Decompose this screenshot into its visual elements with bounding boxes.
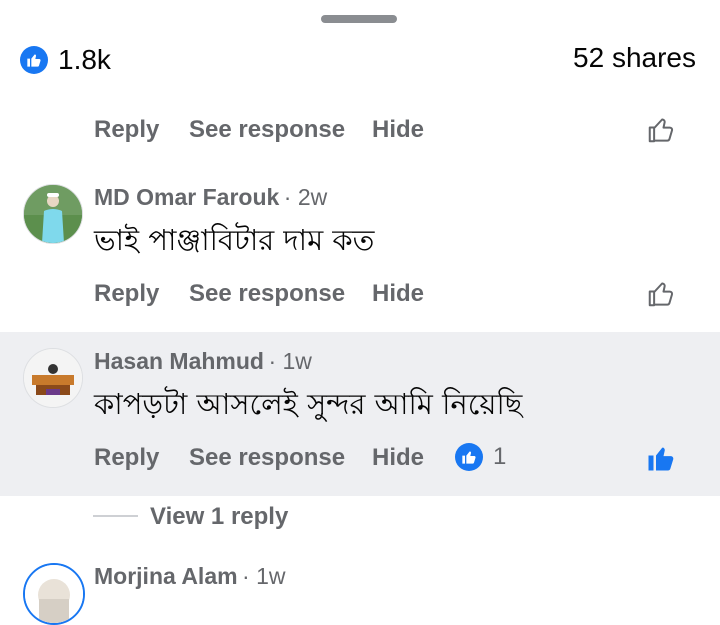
reactions-summary[interactable]: 1.8k: [20, 44, 111, 76]
view-replies-link[interactable]: View 1 reply: [150, 503, 288, 531]
comment-header: MD Omar Farouk · 2w: [94, 184, 327, 211]
avatar[interactable]: [23, 184, 83, 244]
commenter-name[interactable]: Morjina Alam: [94, 563, 238, 589]
like-reaction-icon: [20, 46, 48, 74]
like-outline-icon[interactable]: [646, 115, 676, 145]
comment-text: ভাই পাঞ্জাবিটার দাম কত: [94, 223, 375, 257]
comment-header: Hasan Mahmud · 1w: [94, 348, 312, 375]
hide-button[interactable]: Hide: [372, 116, 424, 144]
see-response-button[interactable]: See response: [189, 280, 345, 308]
shares-count[interactable]: 52 shares: [573, 42, 696, 74]
reaction-count: 1: [493, 443, 507, 470]
avatar[interactable]: [23, 563, 85, 625]
hide-button[interactable]: Hide: [372, 444, 424, 472]
comment-actions-row: Reply See response Hide: [94, 280, 694, 310]
reply-button[interactable]: Reply: [94, 116, 159, 144]
comment-actions-row: Reply See response Hide: [94, 116, 694, 146]
comment-actions-row: Reply See response Hide: [94, 444, 694, 474]
reply-thread-line: [93, 515, 138, 517]
comment-reactions[interactable]: 1: [455, 443, 506, 471]
commenter-name[interactable]: Hasan Mahmud: [94, 348, 264, 374]
comment-time[interactable]: · 1w: [242, 563, 285, 589]
avatar[interactable]: [23, 348, 83, 408]
like-filled-icon[interactable]: [646, 443, 676, 473]
see-response-button[interactable]: See response: [189, 444, 345, 472]
comment-text: কাপড়টা আসলেই সুন্দর আমি নিয়েছি: [94, 387, 523, 421]
like-outline-icon[interactable]: [646, 279, 676, 309]
comment-time[interactable]: · 2w: [284, 184, 327, 210]
sheet-drag-handle[interactable]: [321, 15, 397, 23]
hide-button[interactable]: Hide: [372, 280, 424, 308]
comment-time[interactable]: · 1w: [268, 348, 311, 374]
reply-button[interactable]: Reply: [94, 280, 159, 308]
see-response-button[interactable]: See response: [189, 116, 345, 144]
like-reaction-icon: [455, 443, 483, 471]
like-count: 1.8k: [58, 44, 111, 75]
commenter-name[interactable]: MD Omar Farouk: [94, 184, 279, 210]
reply-button[interactable]: Reply: [94, 444, 159, 472]
comment-header: Morjina Alam · 1w: [94, 563, 285, 590]
